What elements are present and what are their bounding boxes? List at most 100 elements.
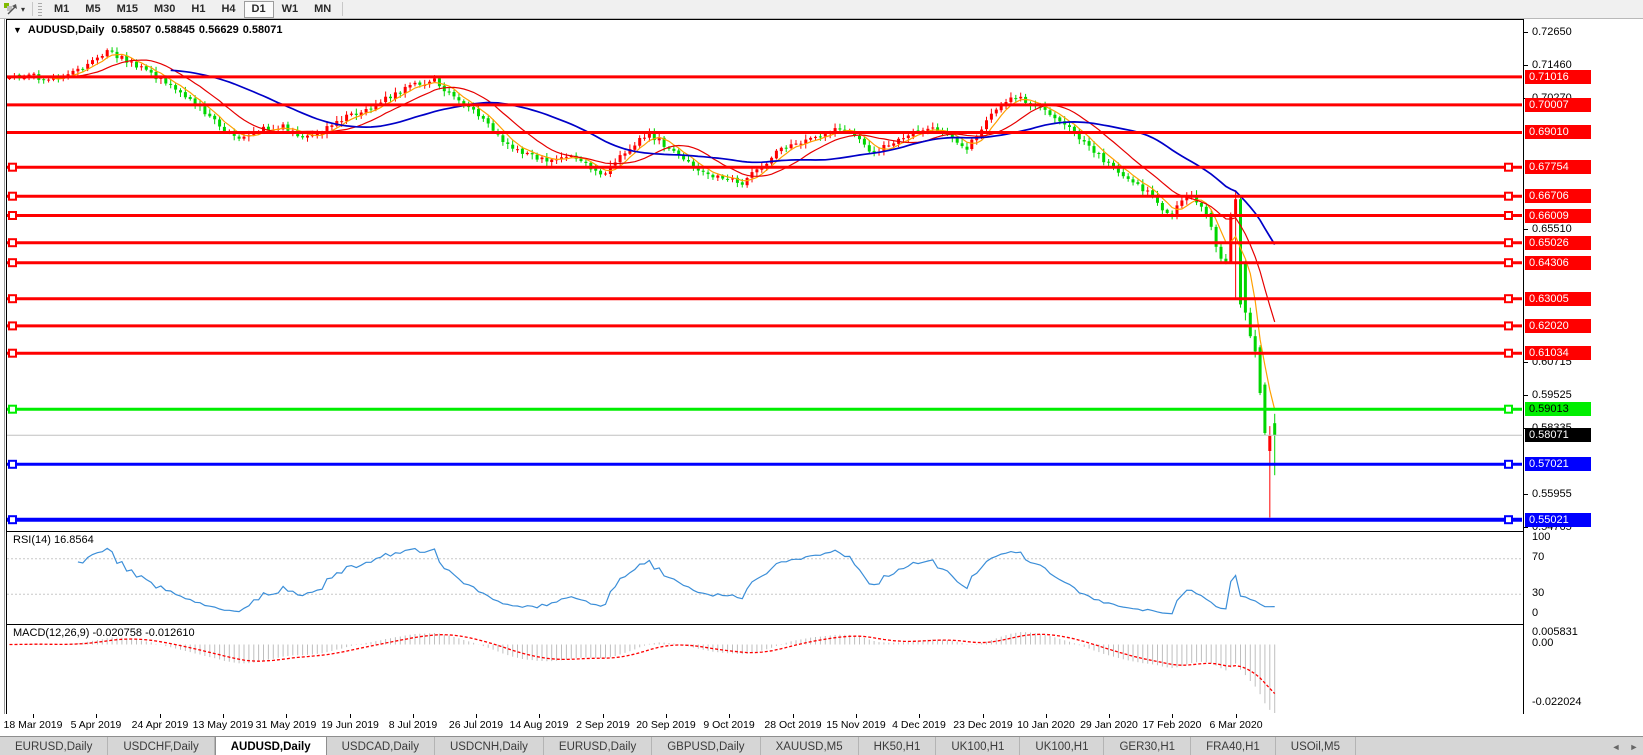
date-label[interactable]: 13 May 2019 <box>193 719 254 731</box>
rsi-axis-label: 0 <box>1532 607 1538 620</box>
ohlc-close: 0.58071 <box>243 24 283 36</box>
level-price-badge: 0.69010 <box>1525 125 1591 139</box>
toolbar-grip[interactable] <box>38 3 42 16</box>
window-left-edge <box>4 19 5 734</box>
level-price-badge: 0.63005 <box>1525 292 1591 306</box>
current-price-badge: 0.58071 <box>1525 428 1591 442</box>
macd-indicator-panel[interactable] <box>6 624 1525 717</box>
chart-tab-eurusd-daily[interactable]: EURUSD,Daily <box>0 737 108 755</box>
chart-title: ▼AUDUSD,Daily 0.585070.588450.566290.580… <box>13 24 286 36</box>
dropdown-caret-icon: ▾ <box>21 5 25 14</box>
macd-axis-label: -0.022024 <box>1532 696 1582 709</box>
price-axis-label: 0.55955 <box>1532 488 1572 501</box>
level-price-badge: 0.59013 <box>1525 402 1591 416</box>
level-price-badge: 0.55021 <box>1525 513 1591 527</box>
timeframe-button-h1[interactable]: H1 <box>183 1 213 18</box>
tab-scroll-right-button[interactable]: ► <box>1625 737 1643 755</box>
date-label[interactable]: 8 Jul 2019 <box>389 719 437 731</box>
timeframe-button-d1[interactable]: D1 <box>244 1 274 18</box>
timeframe-button-h4[interactable]: H4 <box>213 1 243 18</box>
date-label[interactable]: 5 Apr 2019 <box>71 719 122 731</box>
chart-tab-usdcnh-daily[interactable]: USDCNH,Daily <box>435 737 544 755</box>
date-tick <box>1109 714 1110 718</box>
date-label[interactable]: 28 Oct 2019 <box>764 719 821 731</box>
date-label[interactable]: 9 Oct 2019 <box>703 719 754 731</box>
date-label[interactable]: 4 Dec 2019 <box>892 719 946 731</box>
price-axis[interactable]: 0.726500.714600.702700.655100.607150.595… <box>1523 19 1643 714</box>
axis-tick <box>1524 65 1528 66</box>
chart-tab-hk50-h1[interactable]: HK50,H1 <box>859 737 937 755</box>
level-price-badge: 0.61034 <box>1525 346 1591 360</box>
date-tick <box>1046 714 1047 718</box>
timeframe-button-m30[interactable]: M30 <box>146 1 183 18</box>
chart-tab-gbpusd-daily[interactable]: GBPUSD,Daily <box>652 737 760 755</box>
date-label[interactable]: 18 Mar 2019 <box>4 719 63 731</box>
timeframe-button-m15[interactable]: M15 <box>109 1 146 18</box>
price-axis-label: 0.59525 <box>1532 389 1572 402</box>
rsi-plot <box>7 532 1522 622</box>
chart-tab-usdchf-daily[interactable]: USDCHF,Daily <box>108 737 214 755</box>
chart-tab-bar: EURUSD,DailyUSDCHF,DailyAUDUSD,DailyUSDC… <box>0 736 1643 755</box>
level-price-badge: 0.66009 <box>1525 209 1591 223</box>
level-price-badge: 0.64306 <box>1525 256 1591 270</box>
chart-tab-xauusd-m5[interactable]: XAUUSD,M5 <box>761 737 859 755</box>
date-label[interactable]: 10 Jan 2020 <box>1017 719 1075 731</box>
main-chart-panel[interactable] <box>6 19 1525 532</box>
date-label[interactable]: 6 Mar 2020 <box>1209 719 1262 731</box>
chart-tab-ger30-h1[interactable]: GER30,H1 <box>1104 737 1191 755</box>
rsi-label: RSI(14) 16.8564 <box>13 534 94 546</box>
level-price-badge: 0.66706 <box>1525 189 1591 203</box>
chart-tab-usdcad-daily[interactable]: USDCAD,Daily <box>327 737 435 755</box>
date-tick <box>33 714 34 718</box>
level-price-badge: 0.70007 <box>1525 98 1591 112</box>
timeframe-button-w1[interactable]: W1 <box>274 1 307 18</box>
chart-tab-fra40-h1[interactable]: FRA40,H1 <box>1191 737 1276 755</box>
date-label[interactable]: 29 Jan 2020 <box>1080 719 1138 731</box>
date-tick <box>160 714 161 718</box>
date-label[interactable]: 24 Apr 2019 <box>132 719 189 731</box>
tab-scroll-left-button[interactable]: ◄ <box>1607 737 1625 755</box>
rsi-indicator-panel[interactable] <box>6 531 1525 625</box>
date-label[interactable]: 14 Aug 2019 <box>510 719 569 731</box>
level-price-badge: 0.67754 <box>1525 160 1591 174</box>
timeframe-button-mn[interactable]: MN <box>306 1 339 18</box>
level-price-badge: 0.62020 <box>1525 319 1591 333</box>
date-label[interactable]: 2 Sep 2019 <box>576 719 630 731</box>
date-tick <box>603 714 604 718</box>
chart-tab-usoil-m5[interactable]: USOil,M5 <box>1276 737 1356 755</box>
ohlc-low: 0.56629 <box>199 24 239 36</box>
date-tick <box>96 714 97 718</box>
timeframe-button-m5[interactable]: M5 <box>77 1 108 18</box>
timeframe-buttons: M1M5M15M30H1H4D1W1MN <box>46 1 339 18</box>
chart-tab-audusd-daily[interactable]: AUDUSD,Daily <box>215 737 327 755</box>
chart-cursor-tool-button[interactable]: ▾ <box>0 0 29 18</box>
chart-tab-uk100-h1[interactable]: UK100,H1 <box>936 737 1020 755</box>
date-label[interactable]: 19 Jun 2019 <box>321 719 379 731</box>
chart-tab-eurusd-daily[interactable]: EURUSD,Daily <box>544 737 652 755</box>
rsi-axis-label: 100 <box>1532 531 1550 544</box>
axis-tick <box>1524 527 1528 528</box>
date-label[interactable]: 20 Sep 2019 <box>636 719 696 731</box>
date-tick <box>729 714 730 718</box>
ohlc-open: 0.58507 <box>111 24 151 36</box>
date-label[interactable]: 17 Feb 2020 <box>1143 719 1202 731</box>
date-label[interactable]: 23 Dec 2019 <box>953 719 1013 731</box>
date-tick <box>413 714 414 718</box>
toolbar-separator <box>32 2 33 16</box>
tab-bar-spacer <box>1356 737 1607 755</box>
date-label[interactable]: 26 Jul 2019 <box>449 719 503 731</box>
chart-cursor-icon <box>3 2 18 16</box>
level-price-badge: 0.65026 <box>1525 236 1591 250</box>
axis-tick <box>1524 362 1528 363</box>
date-tick <box>666 714 667 718</box>
chart-tab-uk100-h1[interactable]: UK100,H1 <box>1020 737 1104 755</box>
timeframe-button-m1[interactable]: M1 <box>46 1 77 18</box>
date-axis[interactable]: 18 Mar 2019 5 Apr 2019 24 Apr 2019 13 May 2… <box>0 714 1643 736</box>
date-label[interactable]: 31 May 2019 <box>256 719 317 731</box>
collapse-triangle-icon[interactable]: ▼ <box>13 25 22 35</box>
date-label[interactable]: 15 Nov 2019 <box>826 719 886 731</box>
candlestick-chart[interactable] <box>7 20 1522 529</box>
rsi-axis-label: 70 <box>1532 551 1544 564</box>
macd-axis-label: 0.00 <box>1532 637 1553 650</box>
trading-platform-window: ▾ M1M5M15M30H1H4D1W1MN ▼AUDUSD,Daily 0.5… <box>0 0 1643 755</box>
